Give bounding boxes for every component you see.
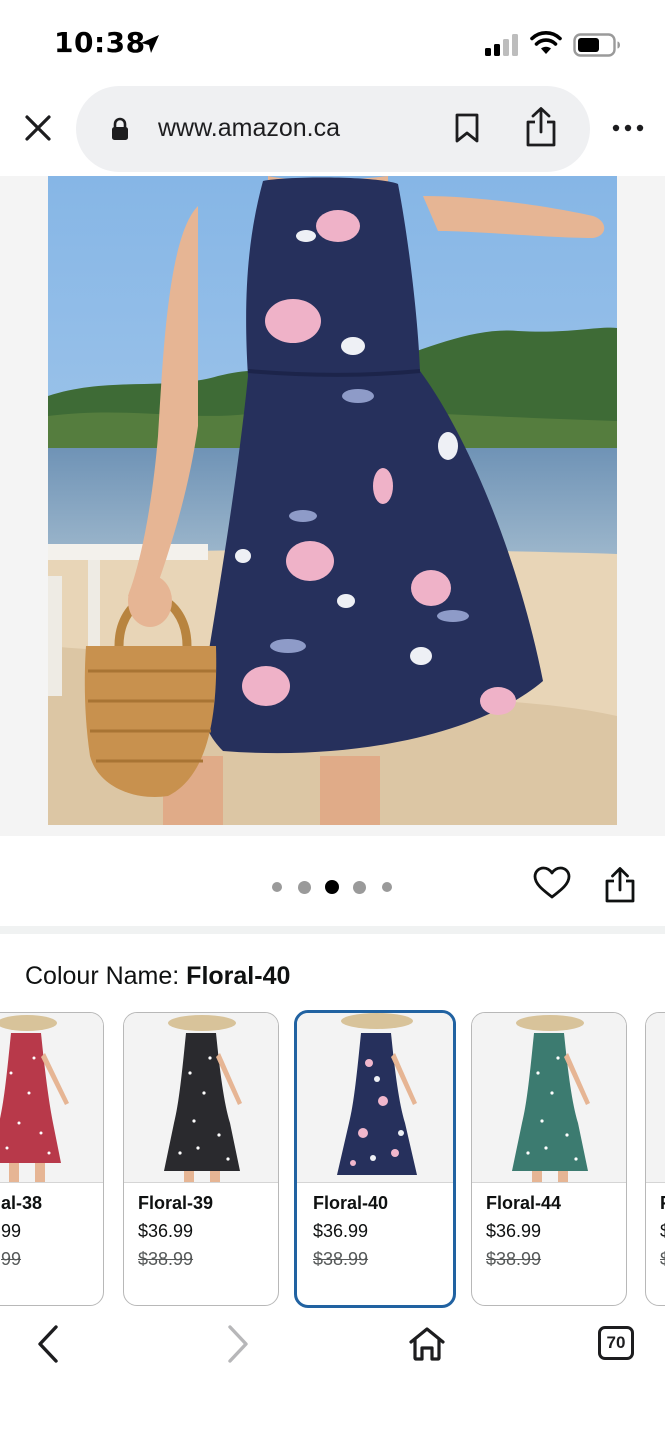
- carousel-dot[interactable]: [353, 880, 366, 894]
- battery-icon: [573, 33, 620, 57]
- address-bar[interactable]: www.amazon.ca: [76, 86, 590, 172]
- close-button[interactable]: [20, 110, 56, 146]
- colour-name-label: Colour Name: Floral-40: [25, 962, 290, 991]
- carousel-dots[interactable]: [272, 880, 392, 894]
- swatch-name: al-38: [1, 1193, 43, 1213]
- colour-name-value: Floral-40: [186, 962, 291, 990]
- colour-swatch-floral-40-selected[interactable]: Floral-40 $36.99 $38.99: [294, 1010, 456, 1308]
- share-icon[interactable]: [604, 866, 636, 904]
- colour-swatch-floral-39[interactable]: Floral-39 $36.99 $38.99: [123, 1012, 279, 1306]
- close-icon: [25, 115, 51, 141]
- more-icon[interactable]: [612, 124, 644, 132]
- swatch-old-price: $38.99: [313, 1249, 369, 1269]
- url-text: www.amazon.ca: [158, 114, 341, 142]
- carousel-dot[interactable]: [298, 880, 311, 894]
- swatch-price: 99: [1, 1221, 22, 1241]
- wifi-icon: [530, 31, 562, 54]
- swatch-name: F: [660, 1193, 665, 1214]
- forward-icon[interactable]: [222, 1324, 252, 1364]
- swatch-price: $36.99: [313, 1221, 369, 1241]
- swatch-name: Floral-39: [138, 1193, 214, 1213]
- bookmark-icon[interactable]: [454, 112, 480, 144]
- swatch-thumbnail: [124, 1013, 278, 1183]
- colour-swatch-floral-44[interactable]: Floral-44 $36.99 $38.99: [471, 1012, 627, 1306]
- share-icon[interactable]: [524, 106, 558, 148]
- home-icon[interactable]: [408, 1326, 446, 1362]
- swatch-old-price: $38.99: [486, 1249, 542, 1269]
- swatch-price: $: [660, 1221, 665, 1242]
- carousel-dot[interactable]: [382, 882, 392, 892]
- colour-name-prefix: Colour Name:: [25, 962, 187, 990]
- back-icon[interactable]: [34, 1324, 64, 1364]
- status-bar: 10:38: [0, 0, 665, 84]
- swatch-old-price: $38.99: [138, 1249, 194, 1269]
- browser-bottom-nav: 70: [0, 1310, 665, 1440]
- status-time: 10:38: [54, 26, 146, 59]
- carousel-controls: [0, 836, 665, 926]
- signal-icon: [485, 34, 518, 56]
- swatch-price: $36.99: [486, 1221, 542, 1241]
- colour-swatch-next[interactable]: F $ $: [645, 1012, 665, 1306]
- tabs-button[interactable]: 70: [598, 1326, 634, 1360]
- swatch-name: Floral-40: [313, 1193, 389, 1213]
- swatch-thumbnail: [472, 1013, 626, 1183]
- colour-swatch-list: al-38 99 99 Floral-39 $36.99 $38.99 Flor…: [0, 1010, 665, 1308]
- product-photo: [48, 176, 617, 825]
- swatch-thumbnail: [297, 1013, 453, 1183]
- colour-swatch-floral-38[interactable]: al-38 99 99: [0, 1012, 104, 1306]
- section-divider: [0, 926, 665, 934]
- swatch-old-price: 99: [1, 1249, 22, 1269]
- location-arrow-icon: [141, 35, 159, 53]
- swatch-thumbnail: [646, 1013, 665, 1183]
- tabs-count: 70: [606, 1333, 626, 1352]
- browser-toolbar: www.amazon.ca: [0, 84, 665, 176]
- swatch-old-price: $: [660, 1249, 665, 1270]
- swatch-price: $36.99: [138, 1221, 194, 1241]
- product-image-carousel[interactable]: [0, 176, 665, 836]
- swatch-thumbnail: [0, 1013, 103, 1183]
- swatch-name: Floral-44: [486, 1193, 562, 1213]
- heart-icon[interactable]: [533, 866, 571, 900]
- carousel-dot-active[interactable]: [325, 880, 339, 894]
- carousel-dot[interactable]: [272, 882, 282, 892]
- lock-icon: [112, 117, 128, 140]
